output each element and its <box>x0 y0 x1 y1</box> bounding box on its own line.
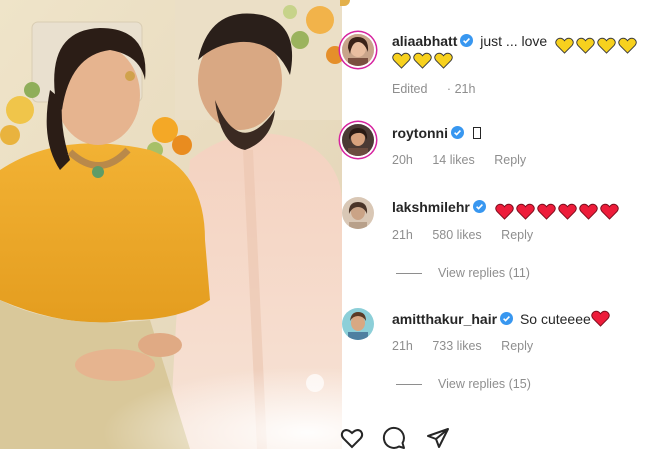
reply-button[interactable]: Reply <box>494 153 526 167</box>
yellow-heart-icon <box>413 52 432 69</box>
comment-lakshmilehr: lakshmilehr 21h 580 likes Reply View rep… <box>342 195 650 285</box>
reply-button[interactable]: Reply <box>501 339 533 353</box>
replies-divider <box>396 273 422 275</box>
comment-bubble-icon[interactable] <box>382 426 406 449</box>
heart-emoji-row <box>494 201 621 220</box>
username[interactable]: amitthakur_hair <box>392 311 497 327</box>
post-action-bar <box>340 426 650 449</box>
avatar[interactable] <box>342 308 374 340</box>
comment-amitthakur-hair: amitthakur_hair So cuteeee 21h 733 likes… <box>342 306 650 396</box>
username[interactable]: roytonni <box>392 125 448 141</box>
yellow-heart-icon <box>597 37 616 54</box>
comment-body-line2 <box>392 52 455 70</box>
heart-emoji-row <box>555 35 639 54</box>
red-heart-icon <box>515 203 535 220</box>
username[interactable]: lakshmilehr <box>392 199 470 215</box>
view-replies-button[interactable]: View replies (11) <box>396 266 530 280</box>
comment-likes[interactable]: 580 likes <box>432 228 481 242</box>
comment-body: roytonni <box>392 124 481 142</box>
red-heart-icon <box>591 310 610 327</box>
post-photo[interactable] <box>0 0 342 449</box>
username[interactable]: aliaabhatt <box>392 33 457 49</box>
comment-meta: 20h 14 likes Reply <box>392 153 542 167</box>
comment-meta: 21h 580 likes Reply <box>392 228 549 242</box>
replies-divider <box>396 384 422 386</box>
view-replies-label: View replies (11) <box>438 266 530 280</box>
paper-plane-icon[interactable] <box>426 426 450 449</box>
comment-aliaabhatt: aliaabhatt just ... love Edited · 21h <box>342 30 650 100</box>
heart-outline-icon[interactable] <box>340 426 364 449</box>
comment-text: So cuteeee <box>519 311 591 327</box>
comment-meta: Edited · 21h <box>392 82 507 96</box>
avatar[interactable] <box>342 124 374 156</box>
comment-time: 21h <box>392 228 413 242</box>
verified-badge-icon <box>472 200 486 213</box>
avatar[interactable] <box>342 197 374 229</box>
cropped-avatar-fragment <box>340 0 350 6</box>
yellow-heart-icon <box>434 52 453 69</box>
red-heart-icon <box>578 203 598 220</box>
reply-button[interactable]: Reply <box>501 228 533 242</box>
comment-body: lakshmilehr <box>392 198 621 220</box>
comment-body: amitthakur_hair So cuteeee <box>392 310 612 328</box>
panel-top-edge <box>340 0 650 14</box>
yellow-heart-icon <box>576 37 595 54</box>
comment-time: 20h <box>392 153 413 167</box>
comment-likes[interactable]: 733 likes <box>432 339 481 353</box>
yellow-heart-icon <box>392 52 411 69</box>
comment-roytonni: roytonni 20h 14 likes Reply <box>342 120 650 175</box>
comment-body: aliaabhatt just ... love <box>392 32 639 54</box>
couple-photo-illustration <box>0 0 342 449</box>
verified-badge-icon <box>500 312 514 325</box>
yellow-heart-icon <box>618 37 637 54</box>
view-replies-button[interactable]: View replies (15) <box>396 377 531 391</box>
red-heart-icon <box>599 203 619 220</box>
comment-time: 21h <box>392 339 413 353</box>
comment-likes[interactable]: 14 likes <box>432 153 474 167</box>
verified-badge-icon <box>460 34 474 47</box>
verified-badge-icon <box>451 126 464 139</box>
comment-text: just ... love <box>480 33 548 49</box>
comments-panel: aliaabhatt just ... love Edited · 21h ro… <box>340 0 650 449</box>
avatar[interactable] <box>342 34 374 66</box>
comment-meta: 21h 733 likes Reply <box>392 339 549 353</box>
yellow-heart-icon <box>555 37 574 54</box>
edited-label: Edited · 21h <box>392 82 476 96</box>
red-heart-icon <box>536 203 556 220</box>
red-heart-icon <box>557 203 577 220</box>
red-heart-icon <box>494 203 514 220</box>
view-replies-label: View replies (15) <box>438 377 531 391</box>
unsupported-emoji-icon <box>472 127 481 139</box>
